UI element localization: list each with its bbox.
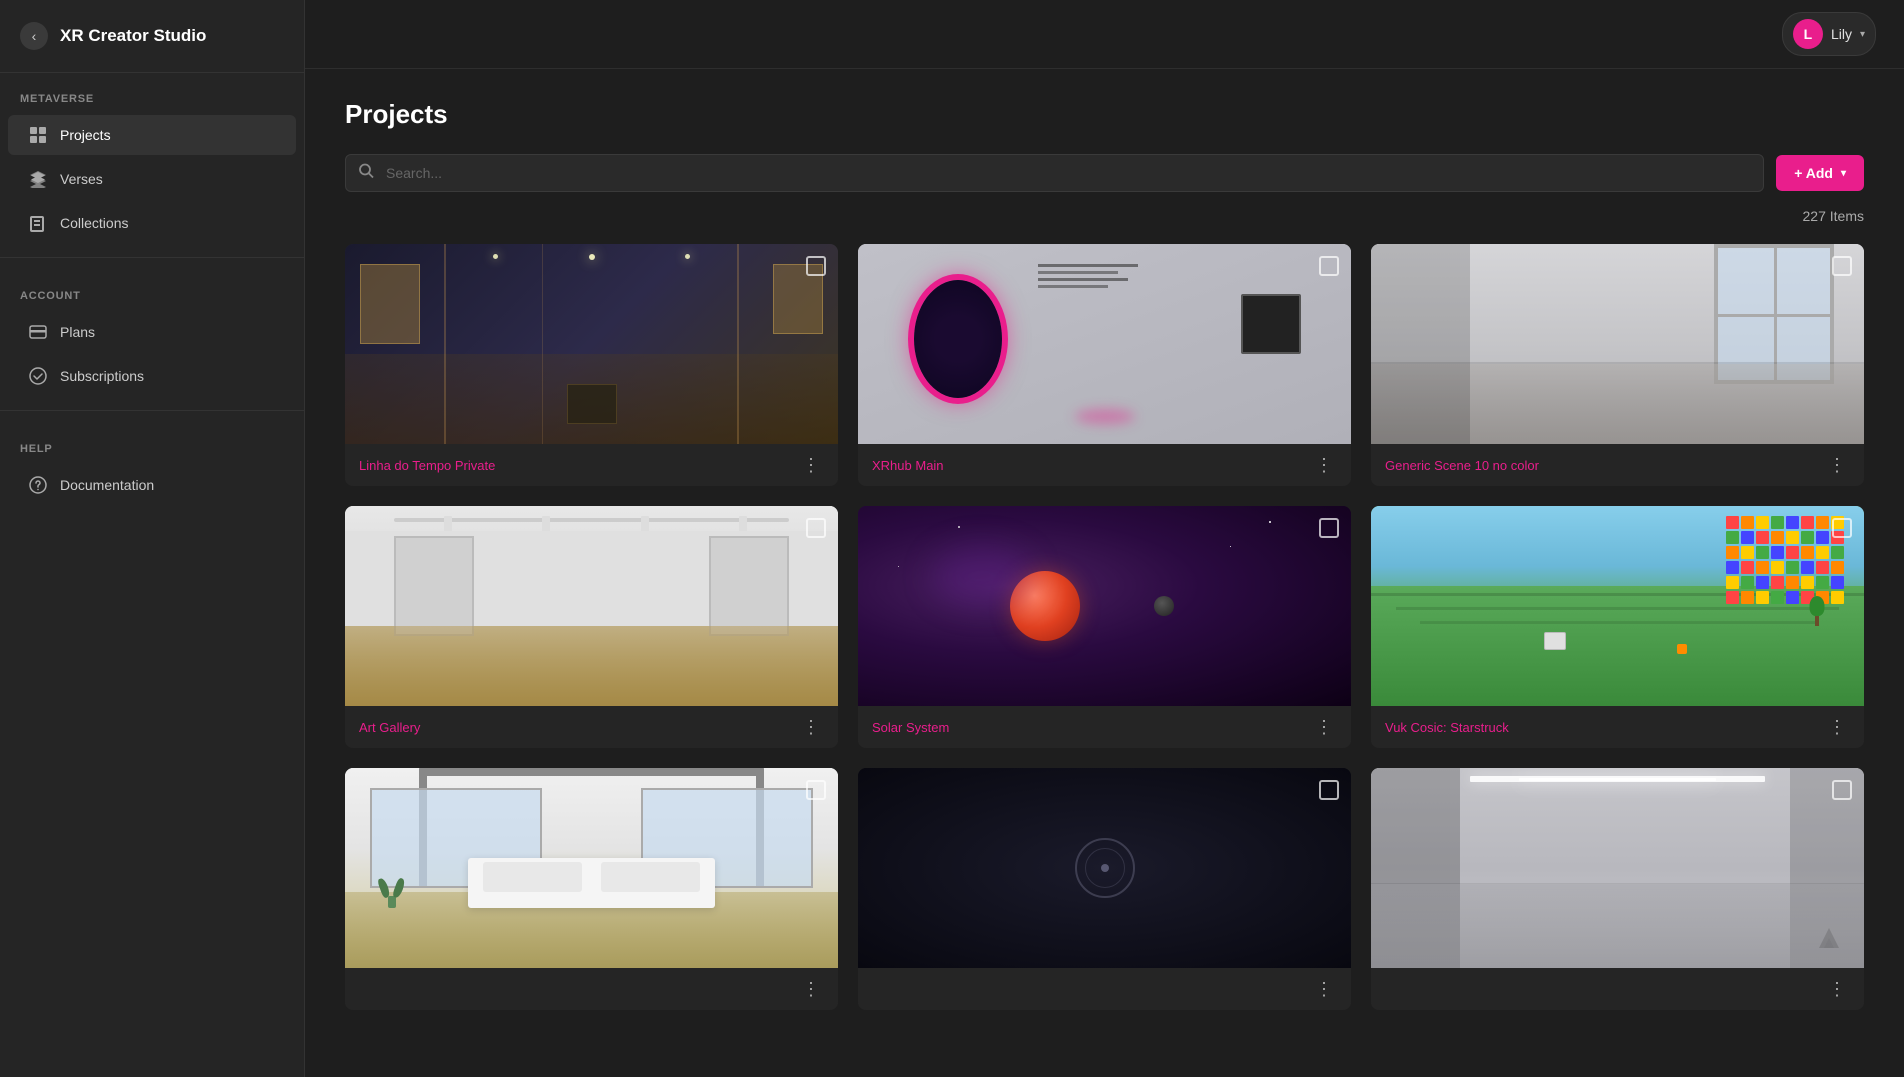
main-content: L Lily ▾ Projects + Add ▾ [305, 0, 1904, 1077]
card-checkbox-3[interactable] [1832, 256, 1852, 276]
sidebar-divider-2 [0, 410, 304, 411]
project-card-4[interactable]: Art Gallery ⋮ [345, 506, 838, 748]
project-name-1: Linha do Tempo Private [359, 458, 798, 473]
project-thumbnail-9 [1371, 768, 1864, 968]
search-add-row: + Add ▾ [345, 154, 1864, 192]
project-card-5[interactable]: Solar System ⋮ [858, 506, 1351, 748]
project-thumbnail-1 [345, 244, 838, 444]
project-card-7[interactable]: ⋮ [345, 768, 838, 1010]
project-name-2: XRhub Main [872, 458, 1311, 473]
sidebar-item-collections-label: Collections [60, 215, 128, 231]
project-footer-7: ⋮ [345, 968, 838, 1010]
project-footer-4: Art Gallery ⋮ [345, 706, 838, 748]
sidebar-section-help: HELP [0, 423, 304, 463]
user-profile[interactable]: L Lily ▾ [1782, 12, 1876, 56]
project-menu-button-9[interactable]: ⋮ [1824, 980, 1850, 998]
project-card-8[interactable]: ⋮ [858, 768, 1351, 1010]
sidebar-item-collections[interactable]: Collections [8, 203, 296, 243]
sidebar-item-plans[interactable]: Plans [8, 312, 296, 352]
sidebar-section-account: ACCOUNT [0, 270, 304, 310]
book-icon [28, 213, 48, 233]
sidebar-divider-1 [0, 257, 304, 258]
avatar: L [1793, 19, 1823, 49]
project-menu-button-5[interactable]: ⋮ [1311, 718, 1337, 736]
project-thumbnail-3 [1371, 244, 1864, 444]
sidebar-item-subscriptions[interactable]: Subscriptions [8, 356, 296, 396]
project-menu-button-8[interactable]: ⋮ [1311, 980, 1337, 998]
creditcard-icon [28, 322, 48, 342]
add-button[interactable]: + Add ▾ [1776, 155, 1864, 191]
question-circle-icon [28, 475, 48, 495]
project-thumbnail-7 [345, 768, 838, 968]
project-footer-8: ⋮ [858, 968, 1351, 1010]
chevron-down-icon: ▾ [1860, 29, 1865, 40]
sidebar-item-documentation[interactable]: Documentation [8, 465, 296, 505]
project-card-2[interactable]: XRhub Main ⋮ [858, 244, 1351, 486]
project-footer-6: Vuk Cosic: Starstruck ⋮ [1371, 706, 1864, 748]
project-footer-5: Solar System ⋮ [858, 706, 1351, 748]
card-checkbox-1[interactable] [806, 256, 826, 276]
projects-grid: Linha do Tempo Private ⋮ [345, 244, 1864, 1010]
page-title: Projects [345, 99, 1864, 130]
search-container [345, 154, 1764, 192]
content-area: Projects + Add ▾ 227 Items [305, 69, 1904, 1077]
project-footer-1: Linha do Tempo Private ⋮ [345, 444, 838, 486]
app-title: XR Creator Studio [60, 26, 206, 46]
search-icon [359, 164, 374, 183]
card-checkbox-7[interactable] [806, 780, 826, 800]
project-footer-2: XRhub Main ⋮ [858, 444, 1351, 486]
project-menu-button-7[interactable]: ⋮ [798, 980, 824, 998]
sidebar: ‹ XR Creator Studio METAVERSE Projects V… [0, 0, 305, 1077]
sidebar-item-projects[interactable]: Projects [8, 115, 296, 155]
project-menu-button-3[interactable]: ⋮ [1824, 456, 1850, 474]
project-name-5: Solar System [872, 720, 1311, 735]
layers-icon [28, 169, 48, 189]
search-input[interactable] [345, 154, 1764, 192]
topbar: L Lily ▾ [305, 0, 1904, 69]
sidebar-back-button[interactable]: ‹ [20, 22, 48, 50]
card-checkbox-5[interactable] [1319, 518, 1339, 538]
checkmark-circle-icon [28, 366, 48, 386]
card-checkbox-9[interactable] [1832, 780, 1852, 800]
project-thumbnail-5 [858, 506, 1351, 706]
project-thumbnail-6 [1371, 506, 1864, 706]
project-thumbnail-2 [858, 244, 1351, 444]
project-menu-button-1[interactable]: ⋮ [798, 456, 824, 474]
sidebar-item-verses[interactable]: Verses [8, 159, 296, 199]
sidebar-header: ‹ XR Creator Studio [0, 0, 304, 73]
items-count: 227 Items [345, 208, 1864, 224]
project-menu-button-6[interactable]: ⋮ [1824, 718, 1850, 736]
project-card-1[interactable]: Linha do Tempo Private ⋮ [345, 244, 838, 486]
project-menu-button-2[interactable]: ⋮ [1311, 456, 1337, 474]
sidebar-item-projects-label: Projects [60, 127, 111, 143]
project-name-3: Generic Scene 10 no color [1385, 458, 1824, 473]
project-name-6: Vuk Cosic: Starstruck [1385, 720, 1824, 735]
project-card-6[interactable]: Vuk Cosic: Starstruck ⋮ [1371, 506, 1864, 748]
sidebar-item-plans-label: Plans [60, 324, 95, 340]
sidebar-item-subscriptions-label: Subscriptions [60, 368, 144, 384]
project-card-3[interactable]: Generic Scene 10 no color ⋮ [1371, 244, 1864, 486]
project-footer-9: ⋮ [1371, 968, 1864, 1010]
project-card-9[interactable]: ⋮ [1371, 768, 1864, 1010]
card-checkbox-4[interactable] [806, 518, 826, 538]
project-thumbnail-4 [345, 506, 838, 706]
card-checkbox-6[interactable] [1832, 518, 1852, 538]
add-chevron-icon: ▾ [1841, 168, 1846, 179]
card-checkbox-8[interactable] [1319, 780, 1339, 800]
card-checkbox-2[interactable] [1319, 256, 1339, 276]
sidebar-item-verses-label: Verses [60, 171, 103, 187]
sidebar-section-metaverse: METAVERSE [0, 73, 304, 113]
sidebar-item-documentation-label: Documentation [60, 477, 154, 493]
project-menu-button-4[interactable]: ⋮ [798, 718, 824, 736]
project-name-4: Art Gallery [359, 720, 798, 735]
add-button-label: + Add [1794, 165, 1833, 181]
grid-icon [28, 125, 48, 145]
project-footer-3: Generic Scene 10 no color ⋮ [1371, 444, 1864, 486]
project-thumbnail-8 [858, 768, 1351, 968]
user-name: Lily [1831, 26, 1852, 42]
